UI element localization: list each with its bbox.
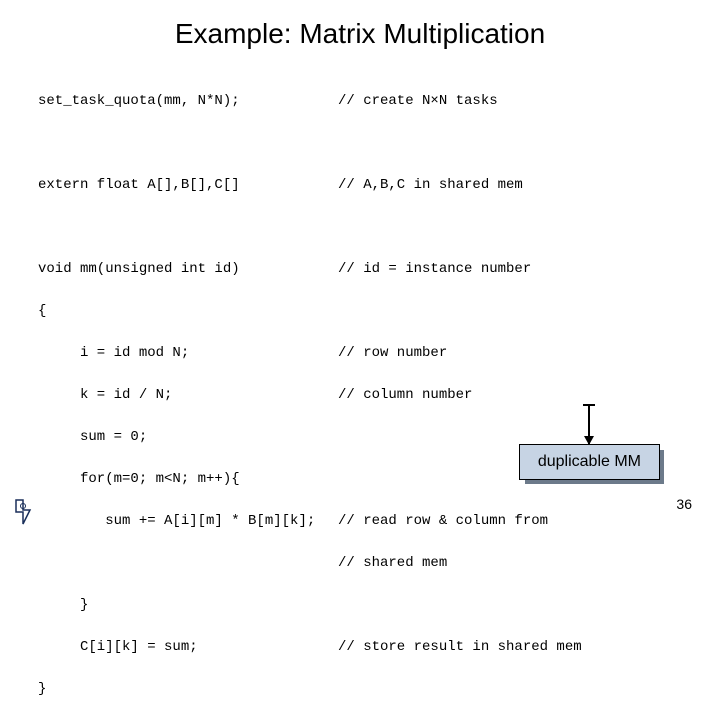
code-comment: // A,B,C in shared mem [338, 175, 700, 196]
annotation-callout: duplicable MM [519, 406, 660, 480]
code-line: k = id / N; [38, 385, 338, 406]
annotation-label: duplicable MM [538, 453, 641, 470]
code-line: sum = 0; [38, 427, 338, 448]
code-line: set_task_quota(mm, N*N); [38, 91, 338, 112]
code-line: { [38, 301, 338, 322]
code-line: } [38, 679, 338, 700]
code-comment: // column number [338, 385, 700, 406]
code-line: void mm(unsigned int id) [38, 259, 338, 280]
code-comment: // id = instance number [338, 259, 700, 280]
code-line: extern float A[],B[],C[] [38, 175, 338, 196]
code-comment: // shared mem [338, 553, 700, 574]
code-line: sum += A[i][m] * B[m][k]; [38, 511, 338, 532]
arrow-icon [588, 406, 590, 444]
page-number: 36 [676, 496, 692, 512]
logo-icon [14, 498, 32, 526]
annotation-box: duplicable MM [519, 444, 660, 480]
code-line: i = id mod N; [38, 343, 338, 364]
code-comment: // create N×N tasks [338, 91, 700, 112]
code-comment: // row number [338, 343, 700, 364]
code-line: for(m=0; m<N; m++){ [38, 469, 338, 490]
code-comment: // read row & column from [338, 511, 700, 532]
code-line: C[i][k] = sum; [38, 637, 338, 658]
code-line: } [38, 595, 338, 616]
slide-title: Example: Matrix Multiplication [0, 0, 720, 70]
code-comment: // store result in shared mem [338, 637, 700, 658]
code-block: set_task_quota(mm, N*N);// create N×N ta… [0, 70, 720, 721]
